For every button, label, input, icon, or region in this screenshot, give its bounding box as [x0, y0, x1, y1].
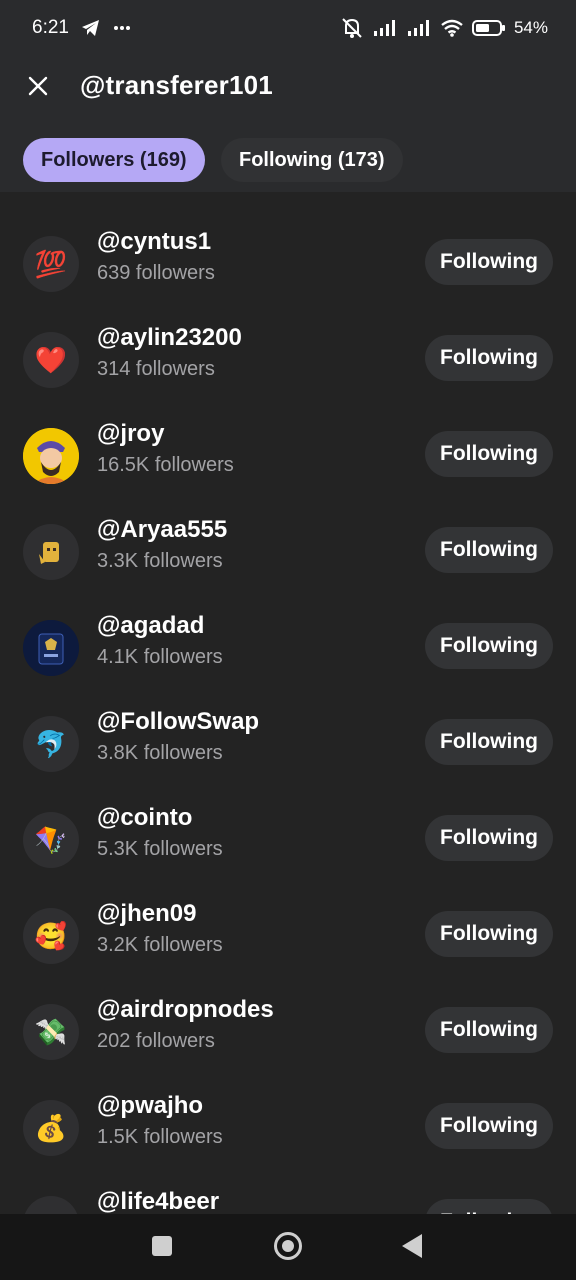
status-bar: 6:21 54% [0, 0, 576, 56]
system-nav-bar [0, 1214, 576, 1280]
signal-icon [372, 19, 398, 37]
following-button[interactable]: Following [425, 719, 553, 765]
close-icon [27, 75, 49, 102]
avatar[interactable] [23, 620, 79, 676]
avatar[interactable]: 🐬 [23, 716, 79, 772]
avatar[interactable]: 💰 [23, 1100, 79, 1156]
page-title: @transferer101 [80, 70, 273, 100]
username[interactable]: @pwajho [97, 1092, 203, 1120]
followers-list: 💯 @cyntus1 639 followers Following ❤️ @a… [0, 192, 576, 1214]
back-triangle-icon[interactable] [402, 1234, 422, 1258]
following-button[interactable]: Following [425, 239, 553, 285]
follower-count: 5.3K followers [97, 838, 223, 860]
username[interactable]: @FollowSwap [97, 708, 259, 736]
follower-count: 639 followers [97, 262, 215, 284]
follower-count: 202 followers [97, 1030, 215, 1052]
username[interactable]: @aylin23200 [97, 324, 242, 352]
avatar[interactable]: 💯 [23, 236, 79, 292]
signal-icon [406, 19, 432, 37]
username[interactable]: @life4beer [97, 1188, 219, 1214]
follower-count: 314 followers [97, 358, 215, 380]
list-item[interactable]: @Aryaa555 3.3K followers Following [0, 510, 576, 606]
tab-following[interactable]: Following (173) [221, 138, 403, 182]
status-right: 54% [340, 17, 548, 39]
list-item[interactable]: 💯 @cyntus1 639 followers Following [0, 222, 576, 318]
username[interactable]: @jhen09 [97, 900, 196, 928]
following-button[interactable]: Following [425, 335, 553, 381]
username[interactable]: @cointo [97, 804, 192, 832]
follower-count: 3.2K followers [97, 934, 223, 956]
avatar[interactable]: 🪁 [23, 812, 79, 868]
following-button[interactable]: Following [425, 815, 553, 861]
avatar[interactable] [23, 1196, 79, 1214]
close-button[interactable] [22, 72, 54, 104]
badge-avatar-image [23, 620, 79, 676]
telegram-icon [81, 19, 101, 37]
list-item[interactable]: ❤️ @aylin23200 314 followers Following [0, 318, 576, 414]
list-item[interactable]: 🪁 @cointo 5.3K followers Following [0, 798, 576, 894]
username[interactable]: @airdropnodes [97, 996, 274, 1024]
list-item[interactable]: 💰 @pwajho 1.5K followers Following [0, 1086, 576, 1182]
following-button[interactable]: Following [425, 911, 553, 957]
status-left: 6:21 [32, 17, 131, 39]
username[interactable]: @agadad [97, 612, 204, 640]
follower-count: 3.8K followers [97, 742, 223, 764]
battery-icon [471, 19, 506, 37]
following-button[interactable]: Following [425, 1103, 553, 1149]
avatar[interactable]: 🥰 [23, 908, 79, 964]
avatar[interactable]: ❤️ [23, 332, 79, 388]
wifi-icon [440, 19, 464, 37]
home-circle-icon[interactable] [274, 1232, 302, 1260]
avatar[interactable]: 💸 [23, 1004, 79, 1060]
list-item[interactable]: @jroy 16.5K followers Following [0, 414, 576, 510]
following-button[interactable]: Following [425, 1007, 553, 1053]
recents-square-icon[interactable] [152, 1236, 172, 1256]
more-dots-icon [113, 25, 131, 31]
battery-percent: 54% [513, 18, 548, 37]
username[interactable]: @Aryaa555 [97, 516, 227, 544]
app-screen: 6:21 54% @transferer101 Followers (169) … [0, 0, 576, 1280]
following-button[interactable]: Following [425, 431, 553, 477]
list-item[interactable]: 💸 @airdropnodes 202 followers Following [0, 990, 576, 1086]
following-button[interactable]: Following [425, 527, 553, 573]
status-time: 6:21 [32, 17, 69, 38]
cartoon-avatar-image [39, 542, 59, 564]
list-item[interactable]: @life4beer Following [0, 1182, 576, 1214]
header: @transferer101 Followers (169) Following… [0, 56, 576, 192]
follower-count: 3.3K followers [97, 550, 223, 572]
follower-count: 16.5K followers [97, 454, 234, 476]
username[interactable]: @cyntus1 [97, 228, 211, 256]
username[interactable]: @jroy [97, 420, 164, 448]
avatar[interactable] [23, 428, 79, 484]
following-button[interactable]: Following [425, 1199, 553, 1214]
character-avatar-image [23, 428, 79, 484]
avatar[interactable] [23, 524, 79, 580]
list-item[interactable]: 🥰 @jhen09 3.2K followers Following [0, 894, 576, 990]
tab-followers[interactable]: Followers (169) [23, 138, 205, 182]
list-item[interactable]: 🐬 @FollowSwap 3.8K followers Following [0, 702, 576, 798]
following-button[interactable]: Following [425, 623, 553, 669]
follower-count: 1.5K followers [97, 1126, 223, 1148]
mute-icon [340, 17, 364, 39]
follower-count: 4.1K followers [97, 646, 223, 668]
list-item[interactable]: @agadad 4.1K followers Following [0, 606, 576, 702]
